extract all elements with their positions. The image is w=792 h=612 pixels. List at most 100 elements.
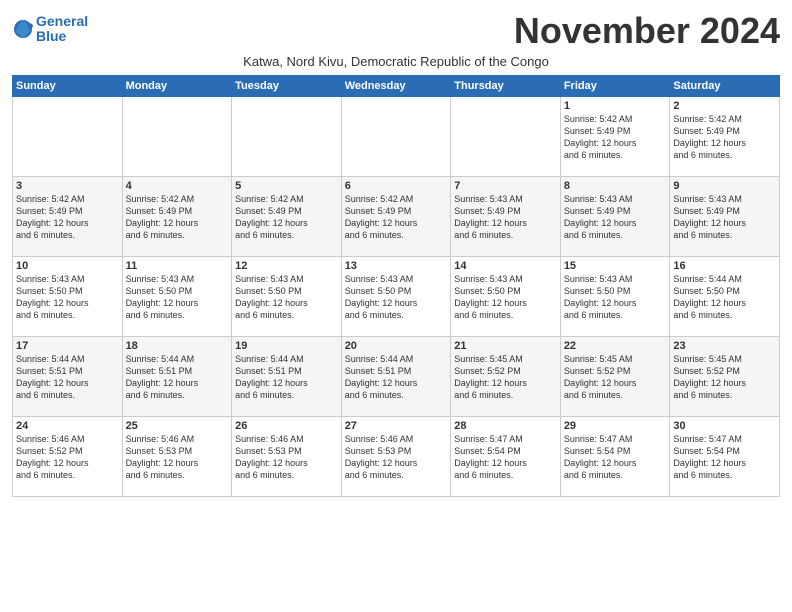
day-number: 14 <box>454 260 557 272</box>
day-number: 22 <box>564 340 667 352</box>
day-info: Sunrise: 5:42 AM Sunset: 5:49 PM Dayligh… <box>564 113 667 162</box>
day-info: Sunrise: 5:43 AM Sunset: 5:50 PM Dayligh… <box>126 273 229 322</box>
day-info: Sunrise: 5:42 AM Sunset: 5:49 PM Dayligh… <box>345 193 448 242</box>
day-info: Sunrise: 5:43 AM Sunset: 5:50 PM Dayligh… <box>345 273 448 322</box>
page-container: General Blue November 2024 Katwa, Nord K… <box>0 0 792 505</box>
month-title: November 2024 <box>514 10 780 52</box>
logo-icon <box>12 18 34 40</box>
day-number: 26 <box>235 420 338 432</box>
calendar-cell: 29Sunrise: 5:47 AM Sunset: 5:54 PM Dayli… <box>560 417 670 497</box>
day-info: Sunrise: 5:45 AM Sunset: 5:52 PM Dayligh… <box>564 353 667 402</box>
col-sunday: Sunday <box>13 76 123 97</box>
day-info: Sunrise: 5:47 AM Sunset: 5:54 PM Dayligh… <box>454 433 557 482</box>
day-info: Sunrise: 5:43 AM Sunset: 5:49 PM Dayligh… <box>673 193 776 242</box>
calendar-cell <box>341 97 451 177</box>
day-info: Sunrise: 5:44 AM Sunset: 5:51 PM Dayligh… <box>345 353 448 402</box>
logo-text: General Blue <box>36 14 88 45</box>
calendar-cell: 17Sunrise: 5:44 AM Sunset: 5:51 PM Dayli… <box>13 337 123 417</box>
calendar-cell: 20Sunrise: 5:44 AM Sunset: 5:51 PM Dayli… <box>341 337 451 417</box>
day-number: 20 <box>345 340 448 352</box>
calendar-cell: 23Sunrise: 5:45 AM Sunset: 5:52 PM Dayli… <box>670 337 780 417</box>
day-info: Sunrise: 5:42 AM Sunset: 5:49 PM Dayligh… <box>235 193 338 242</box>
day-info: Sunrise: 5:42 AM Sunset: 5:49 PM Dayligh… <box>16 193 119 242</box>
day-number: 21 <box>454 340 557 352</box>
calendar-cell: 24Sunrise: 5:46 AM Sunset: 5:52 PM Dayli… <box>13 417 123 497</box>
calendar-cell: 5Sunrise: 5:42 AM Sunset: 5:49 PM Daylig… <box>232 177 342 257</box>
day-number: 3 <box>16 180 119 192</box>
day-info: Sunrise: 5:46 AM Sunset: 5:52 PM Dayligh… <box>16 433 119 482</box>
col-thursday: Thursday <box>451 76 561 97</box>
calendar-cell: 11Sunrise: 5:43 AM Sunset: 5:50 PM Dayli… <box>122 257 232 337</box>
day-info: Sunrise: 5:44 AM Sunset: 5:51 PM Dayligh… <box>235 353 338 402</box>
calendar-cell: 6Sunrise: 5:42 AM Sunset: 5:49 PM Daylig… <box>341 177 451 257</box>
day-info: Sunrise: 5:44 AM Sunset: 5:50 PM Dayligh… <box>673 273 776 322</box>
day-number: 11 <box>126 260 229 272</box>
calendar-cell: 28Sunrise: 5:47 AM Sunset: 5:54 PM Dayli… <box>451 417 561 497</box>
day-info: Sunrise: 5:45 AM Sunset: 5:52 PM Dayligh… <box>454 353 557 402</box>
logo: General Blue <box>12 14 88 45</box>
day-info: Sunrise: 5:44 AM Sunset: 5:51 PM Dayligh… <box>16 353 119 402</box>
day-info: Sunrise: 5:46 AM Sunset: 5:53 PM Dayligh… <box>235 433 338 482</box>
day-number: 28 <box>454 420 557 432</box>
day-info: Sunrise: 5:42 AM Sunset: 5:49 PM Dayligh… <box>673 113 776 162</box>
calendar-cell: 21Sunrise: 5:45 AM Sunset: 5:52 PM Dayli… <box>451 337 561 417</box>
day-info: Sunrise: 5:43 AM Sunset: 5:50 PM Dayligh… <box>564 273 667 322</box>
day-number: 29 <box>564 420 667 432</box>
day-info: Sunrise: 5:42 AM Sunset: 5:49 PM Dayligh… <box>126 193 229 242</box>
col-saturday: Saturday <box>670 76 780 97</box>
subtitle: Katwa, Nord Kivu, Democratic Republic of… <box>12 54 780 69</box>
day-info: Sunrise: 5:43 AM Sunset: 5:50 PM Dayligh… <box>454 273 557 322</box>
col-tuesday: Tuesday <box>232 76 342 97</box>
calendar-week-3: 10Sunrise: 5:43 AM Sunset: 5:50 PM Dayli… <box>13 257 780 337</box>
day-number: 23 <box>673 340 776 352</box>
calendar-cell: 12Sunrise: 5:43 AM Sunset: 5:50 PM Dayli… <box>232 257 342 337</box>
calendar-cell: 4Sunrise: 5:42 AM Sunset: 5:49 PM Daylig… <box>122 177 232 257</box>
calendar-cell: 22Sunrise: 5:45 AM Sunset: 5:52 PM Dayli… <box>560 337 670 417</box>
day-number: 4 <box>126 180 229 192</box>
header: General Blue November 2024 <box>12 10 780 52</box>
day-info: Sunrise: 5:43 AM Sunset: 5:50 PM Dayligh… <box>16 273 119 322</box>
day-number: 6 <box>345 180 448 192</box>
calendar-cell: 3Sunrise: 5:42 AM Sunset: 5:49 PM Daylig… <box>13 177 123 257</box>
calendar-cell: 9Sunrise: 5:43 AM Sunset: 5:49 PM Daylig… <box>670 177 780 257</box>
day-number: 2 <box>673 100 776 112</box>
day-number: 13 <box>345 260 448 272</box>
day-number: 9 <box>673 180 776 192</box>
day-number: 17 <box>16 340 119 352</box>
day-info: Sunrise: 5:47 AM Sunset: 5:54 PM Dayligh… <box>564 433 667 482</box>
day-info: Sunrise: 5:43 AM Sunset: 5:50 PM Dayligh… <box>235 273 338 322</box>
day-info: Sunrise: 5:44 AM Sunset: 5:51 PM Dayligh… <box>126 353 229 402</box>
day-number: 8 <box>564 180 667 192</box>
calendar-cell <box>451 97 561 177</box>
day-number: 24 <box>16 420 119 432</box>
calendar-cell <box>232 97 342 177</box>
calendar-cell: 19Sunrise: 5:44 AM Sunset: 5:51 PM Dayli… <box>232 337 342 417</box>
day-info: Sunrise: 5:47 AM Sunset: 5:54 PM Dayligh… <box>673 433 776 482</box>
col-wednesday: Wednesday <box>341 76 451 97</box>
calendar-cell: 26Sunrise: 5:46 AM Sunset: 5:53 PM Dayli… <box>232 417 342 497</box>
day-number: 12 <box>235 260 338 272</box>
day-number: 19 <box>235 340 338 352</box>
calendar-cell: 2Sunrise: 5:42 AM Sunset: 5:49 PM Daylig… <box>670 97 780 177</box>
col-monday: Monday <box>122 76 232 97</box>
calendar-cell: 14Sunrise: 5:43 AM Sunset: 5:50 PM Dayli… <box>451 257 561 337</box>
calendar-cell: 13Sunrise: 5:43 AM Sunset: 5:50 PM Dayli… <box>341 257 451 337</box>
calendar-cell <box>13 97 123 177</box>
calendar-header-row: Sunday Monday Tuesday Wednesday Thursday… <box>13 76 780 97</box>
day-info: Sunrise: 5:43 AM Sunset: 5:49 PM Dayligh… <box>454 193 557 242</box>
day-number: 30 <box>673 420 776 432</box>
calendar-week-4: 17Sunrise: 5:44 AM Sunset: 5:51 PM Dayli… <box>13 337 780 417</box>
calendar-week-1: 1Sunrise: 5:42 AM Sunset: 5:49 PM Daylig… <box>13 97 780 177</box>
day-info: Sunrise: 5:45 AM Sunset: 5:52 PM Dayligh… <box>673 353 776 402</box>
day-number: 25 <box>126 420 229 432</box>
day-number: 16 <box>673 260 776 272</box>
calendar-cell: 25Sunrise: 5:46 AM Sunset: 5:53 PM Dayli… <box>122 417 232 497</box>
calendar-cell: 1Sunrise: 5:42 AM Sunset: 5:49 PM Daylig… <box>560 97 670 177</box>
calendar-cell: 16Sunrise: 5:44 AM Sunset: 5:50 PM Dayli… <box>670 257 780 337</box>
calendar-cell: 18Sunrise: 5:44 AM Sunset: 5:51 PM Dayli… <box>122 337 232 417</box>
calendar-cell: 7Sunrise: 5:43 AM Sunset: 5:49 PM Daylig… <box>451 177 561 257</box>
calendar-cell <box>122 97 232 177</box>
day-info: Sunrise: 5:46 AM Sunset: 5:53 PM Dayligh… <box>345 433 448 482</box>
calendar-cell: 8Sunrise: 5:43 AM Sunset: 5:49 PM Daylig… <box>560 177 670 257</box>
day-number: 15 <box>564 260 667 272</box>
